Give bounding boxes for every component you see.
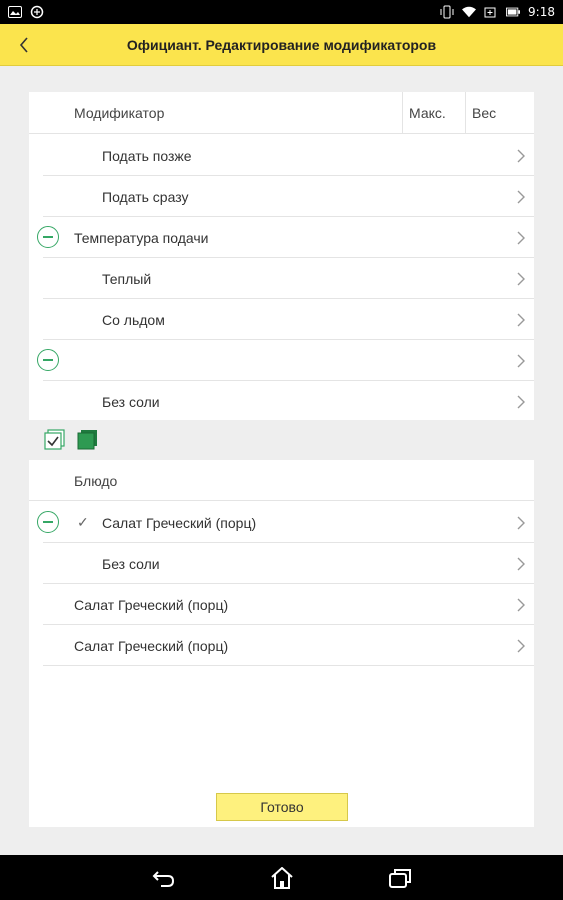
wifi-icon: [462, 5, 477, 19]
modifiers-row[interactable]: Теплый: [29, 258, 534, 299]
navigation-bar: [0, 855, 563, 900]
editor-panel: Модификатор Макс. Вес Подать позже Подать…: [29, 92, 534, 827]
modifiers-row[interactable]: Подать позже: [29, 135, 534, 176]
back-nav-icon[interactable]: [149, 863, 179, 893]
modifiers-label: Со льдом: [102, 311, 165, 328]
clock: 9:18: [528, 5, 555, 19]
chevron-right-icon: [516, 638, 526, 654]
chevron-right-icon: [516, 271, 526, 287]
dishes-table-header[interactable]: Блюдо: [29, 461, 534, 501]
check-list-icon[interactable]: [43, 428, 67, 452]
dishes-row[interactable]: Салат Греческий (порц): [29, 584, 534, 625]
home-nav-icon[interactable]: [267, 863, 297, 893]
chevron-right-icon: [516, 353, 526, 369]
dishes-label: Салат Греческий (порц): [102, 514, 257, 531]
app-header: Официант. Редактирование модификаторов: [0, 24, 563, 66]
page-title: Официант. Редактирование модификаторов: [126, 36, 437, 53]
sync-icon: [30, 5, 44, 19]
battery-icon: [506, 5, 521, 19]
checkmark-icon: ✓: [77, 514, 89, 530]
toolbar: [29, 420, 534, 460]
modifiers-label: Теплый: [102, 270, 152, 287]
back-button[interactable]: [0, 24, 48, 66]
dishes-row[interactable]: Без соли: [29, 543, 534, 584]
chevron-right-icon: [516, 556, 526, 572]
collapse-icon[interactable]: [37, 511, 59, 533]
chevron-right-icon: [516, 148, 526, 164]
modifiers-label: Подать сразу: [102, 188, 189, 205]
modifiers-row[interactable]: Без соли: [29, 381, 534, 422]
dishes-row[interactable]: ✓ Салат Греческий (порц): [29, 502, 534, 543]
chevron-right-icon: [516, 230, 526, 246]
column-max[interactable]: Макс.: [402, 92, 465, 133]
chevron-right-icon: [516, 394, 526, 410]
gallery-icon: [8, 5, 22, 19]
column-modifier[interactable]: Модификатор: [29, 92, 402, 133]
chevron-left-icon: [19, 36, 28, 53]
modifiers-row[interactable]: Температура подачи: [29, 217, 534, 258]
chevron-right-icon: [516, 597, 526, 613]
chevron-right-icon: [516, 312, 526, 328]
recents-nav-icon[interactable]: [385, 863, 415, 893]
row-divider: [43, 665, 534, 666]
dishes-label: Салат Греческий (порц): [74, 596, 229, 613]
modifiers-row[interactable]: Со льдом: [29, 299, 534, 340]
collapse-icon[interactable]: [37, 226, 59, 248]
green-stack-icon[interactable]: [76, 428, 100, 452]
dishes-label: Салат Греческий (порц): [74, 637, 229, 654]
done-button[interactable]: Готово: [216, 793, 348, 821]
chevron-right-icon: [516, 515, 526, 531]
modifiers-label: Температура подачи: [74, 229, 209, 246]
modifiers-label: Без соли: [102, 393, 160, 410]
battery-saver-icon: [484, 5, 498, 19]
column-weight[interactable]: Вес: [465, 92, 534, 133]
chevron-right-icon: [516, 189, 526, 205]
collapse-icon[interactable]: [37, 349, 59, 371]
dishes-label: Без соли: [102, 555, 160, 572]
modifiers-row[interactable]: [29, 340, 534, 381]
modifiers-label: Подать позже: [102, 147, 192, 164]
modifiers-row[interactable]: Подать сразу: [29, 176, 534, 217]
vibrate-icon: [440, 5, 454, 19]
status-bar: 9:18: [0, 0, 563, 24]
modifiers-table-header: Модификатор Макс. Вес: [29, 92, 534, 134]
dishes-row[interactable]: Салат Греческий (порц): [29, 625, 534, 666]
